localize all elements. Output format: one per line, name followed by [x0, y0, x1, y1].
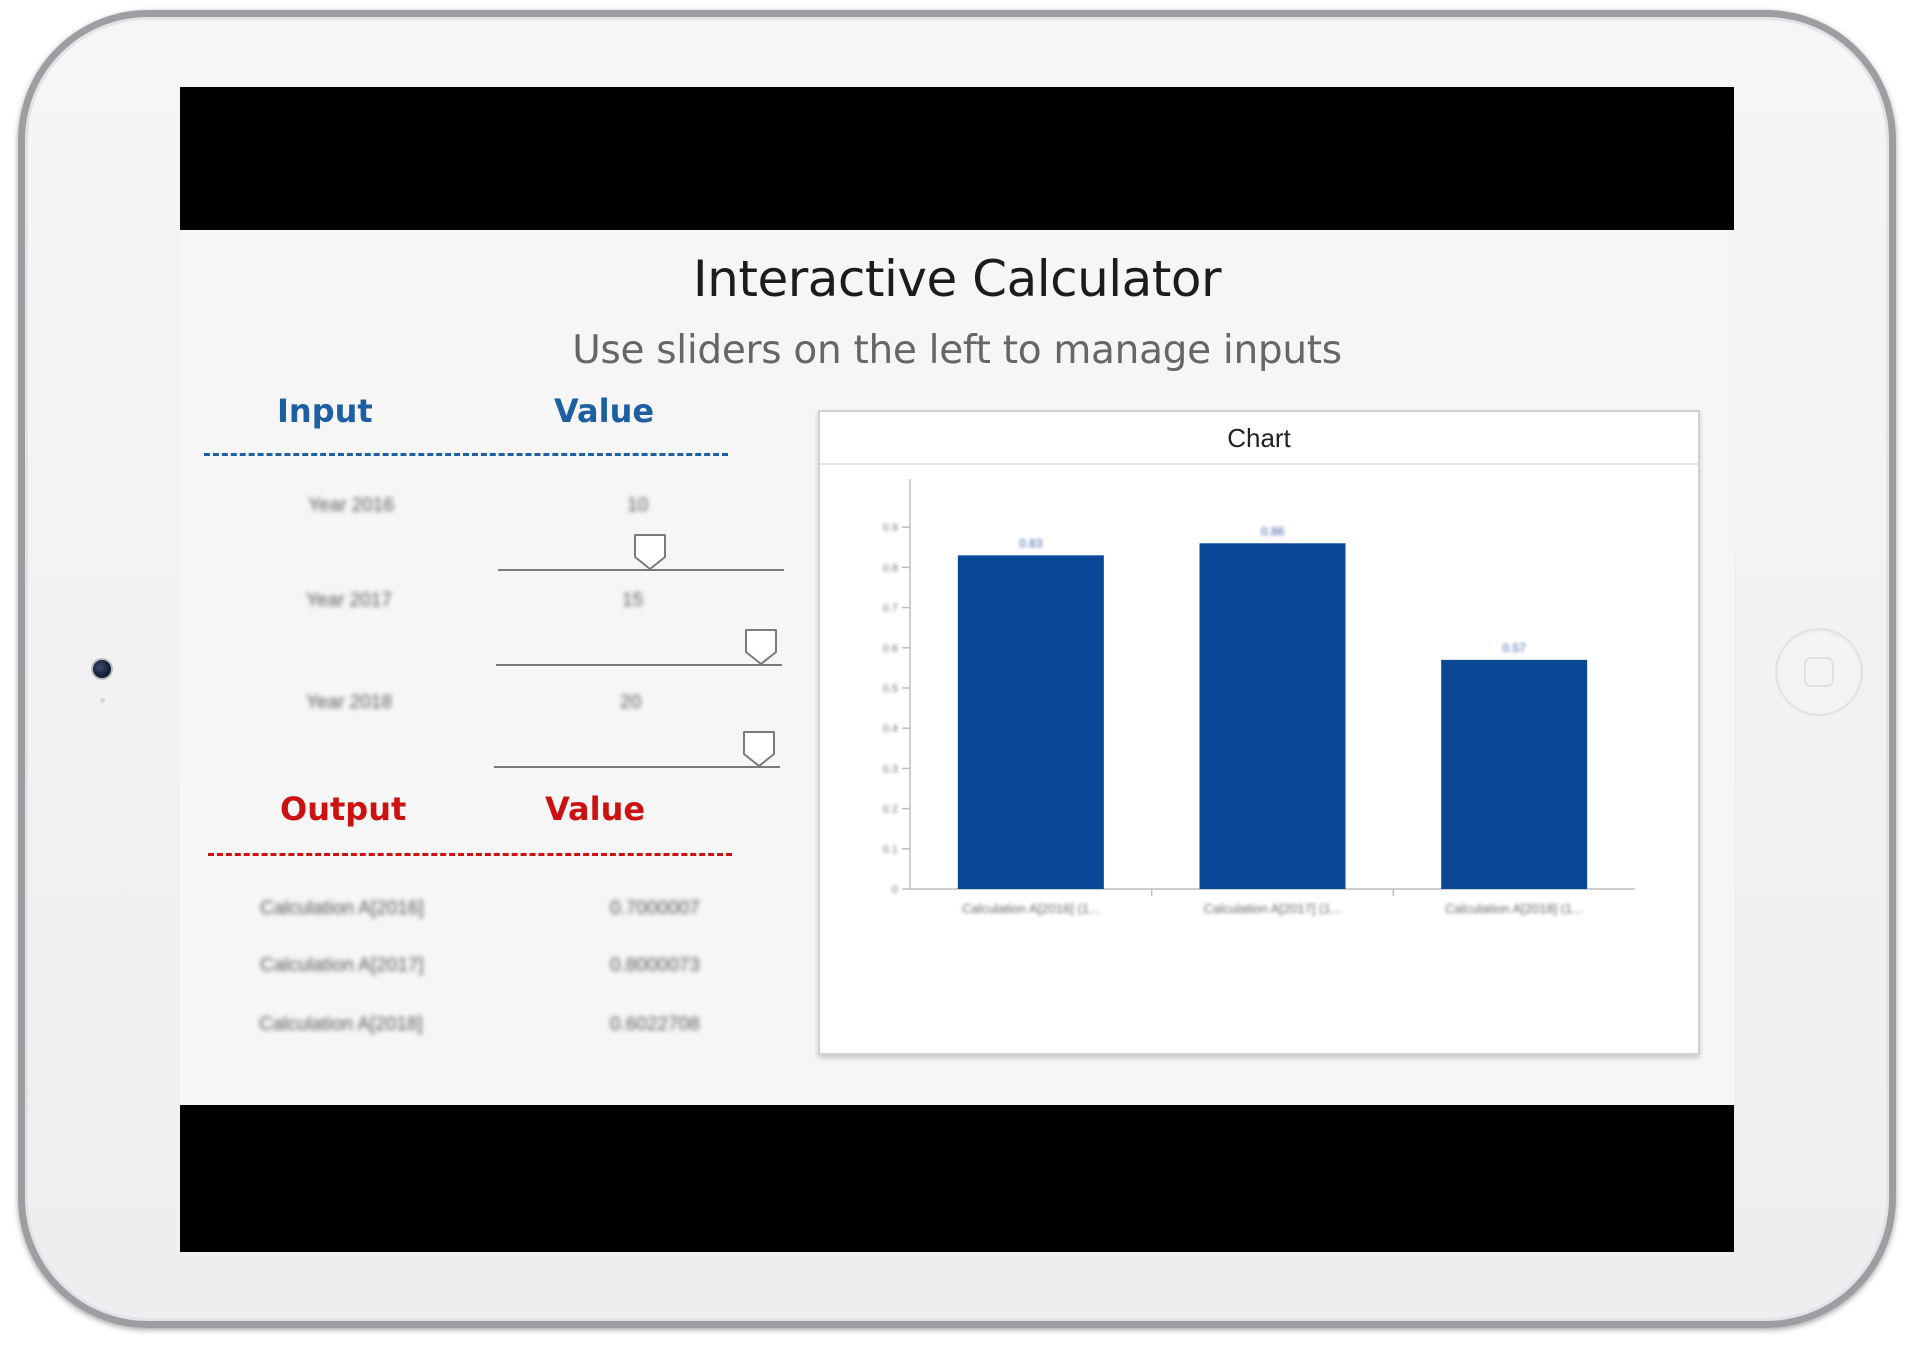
x-tick-label: Calculation A[2017] (1... [1203, 901, 1341, 916]
input-row-value: 20 [620, 692, 642, 713]
sensor-dot [100, 698, 105, 703]
bar [1199, 543, 1346, 889]
home-square-icon [1804, 657, 1834, 687]
input-row-value: 15 [622, 590, 644, 611]
calculator-content: Interactive Calculator Use sliders on th… [180, 230, 1734, 1105]
page-subtitle: Use sliders on the left to manage inputs [572, 328, 1342, 373]
output-header-label: Output [280, 790, 407, 828]
output-header-rule [208, 853, 732, 856]
y-tick-label: 0.7 [883, 603, 898, 615]
home-button[interactable] [1775, 628, 1863, 716]
x-tick-label: Calculation A[2018] (1... [1445, 901, 1583, 916]
slider-track-2017[interactable] [496, 664, 782, 666]
output-row-label: Calculation A[2017] [260, 955, 424, 976]
output-header-value: Value [545, 790, 646, 828]
slider-handle-2016[interactable] [633, 533, 667, 571]
y-tick-label: 0.9 [883, 522, 898, 534]
output-row-value: 0.8000073 [610, 955, 700, 976]
chart-panel: Chart 0 0.1 0.2 0.3 0.4 0.5 0.6 0.7 0.8 0.9 0.83 Ca… [818, 410, 1700, 1055]
input-header-value: Value [554, 392, 655, 430]
y-tick-label: 0.5 [883, 683, 898, 695]
input-row-label: Year 2018 [306, 692, 392, 713]
slider-handle-2017[interactable] [744, 628, 778, 666]
y-tick-label: 0.6 [883, 643, 898, 655]
y-tick-label: 0.4 [883, 723, 898, 735]
output-row-value: 0.6022708 [610, 1014, 700, 1035]
input-row-label: Year 2017 [306, 590, 392, 611]
y-tick-label: 0 [892, 884, 898, 896]
slider-handle-2018[interactable] [742, 730, 776, 768]
input-row-value: 10 [627, 495, 649, 516]
camera-icon [91, 658, 113, 680]
output-row-label: Calculation A[2018] [259, 1014, 423, 1035]
output-row-label: Calculation A[2016] [260, 898, 424, 919]
y-tick-label: 0.8 [883, 562, 898, 574]
slider-track-2018[interactable] [494, 766, 780, 768]
bar-data-label: 0.86 [1261, 524, 1285, 538]
output-row-value: 0.7000007 [610, 898, 700, 919]
chart-panel-title: Chart [820, 412, 1698, 465]
bar-data-label: 0.83 [1019, 536, 1043, 550]
bar-data-label: 0.57 [1502, 641, 1526, 655]
y-tick-label: 0.3 [883, 763, 898, 775]
input-header-label: Input [277, 392, 373, 430]
page-title: Interactive Calculator [692, 250, 1222, 308]
x-tick-label: Calculation A[2016] (1... [962, 901, 1100, 916]
bar [957, 555, 1104, 889]
bar-chart: 0 0.1 0.2 0.3 0.4 0.5 0.6 0.7 0.8 0.9 0.83 Calculat… [883, 479, 1635, 916]
input-header-rule [204, 453, 728, 456]
y-tick-label: 0.2 [883, 804, 898, 816]
input-row-label: Year 2016 [308, 495, 394, 516]
y-tick-label: 0.1 [883, 844, 898, 856]
bar [1441, 659, 1588, 889]
screen: Interactive Calculator Use sliders on th… [180, 87, 1734, 1252]
